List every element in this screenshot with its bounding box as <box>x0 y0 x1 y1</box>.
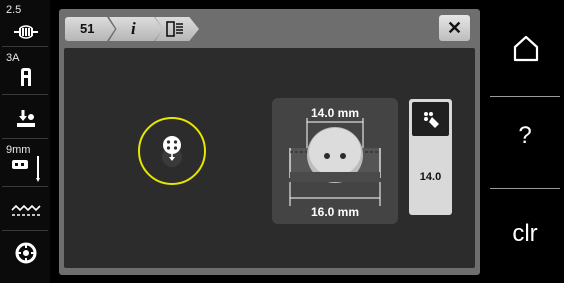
sidebar-item-needle-plate[interactable]: 9mm <box>2 142 48 187</box>
button-illustration <box>289 118 381 206</box>
sidebar-item-foot-pressure[interactable] <box>2 98 48 139</box>
needle-plate-icon <box>12 156 40 182</box>
sidebar-item-stitch-length[interactable]: 2.5 <box>2 2 48 47</box>
help-button[interactable]: ? <box>490 122 560 162</box>
left-sidebar: 2.5 3A 9mm <box>0 0 50 283</box>
rightbar-divider <box>490 96 560 97</box>
clear-button[interactable]: clr <box>490 220 560 254</box>
stitch-length-label: 2.5 <box>6 4 22 16</box>
button-sew-on-selector[interactable] <box>138 117 206 185</box>
stitch-pattern-icon <box>166 21 183 37</box>
home-icon <box>513 35 539 62</box>
bobbin-icon <box>15 242 37 264</box>
info-icon: i <box>131 19 136 38</box>
foot-pressure-icon <box>17 110 35 127</box>
presser-foot-icon <box>21 68 31 86</box>
rightbar-divider <box>490 188 560 189</box>
right-sidebar: ? clr <box>488 0 564 283</box>
home-button[interactable] <box>490 24 560 74</box>
button-measure-panel[interactable]: 14.0 <box>409 99 452 215</box>
stitch-number-label: 51 <box>80 21 95 36</box>
button-size-card: 14.0 mm 16.0 mm <box>272 98 398 224</box>
dialog-content: 14.0 mm 16.0 mm 14.0 <box>64 48 475 268</box>
feed-dog-icon <box>11 204 41 216</box>
tab-info[interactable]: i <box>109 17 163 41</box>
tab-stitch-number[interactable]: 51 <box>65 17 115 41</box>
sew-on-button-icon <box>162 136 182 167</box>
stitch-length-icon <box>14 25 38 39</box>
measure-button-icon <box>424 112 439 128</box>
measure-button-toggle[interactable] <box>412 102 449 136</box>
button-size-value: 14.0 <box>419 171 442 183</box>
sidebar-item-feed-dog[interactable] <box>2 190 48 231</box>
sidebar-item-presser-foot[interactable]: 3A <box>2 50 48 95</box>
needle-plate-label: 9mm <box>6 144 31 156</box>
presser-foot-label: 3A <box>6 52 20 64</box>
close-button[interactable]: ✕ <box>439 15 470 41</box>
sidebar-item-bobbin[interactable] <box>2 234 48 278</box>
buttonhole-dialog: 51 i ✕ 14.0 mm 16.0 mm 14.0 <box>59 9 480 275</box>
